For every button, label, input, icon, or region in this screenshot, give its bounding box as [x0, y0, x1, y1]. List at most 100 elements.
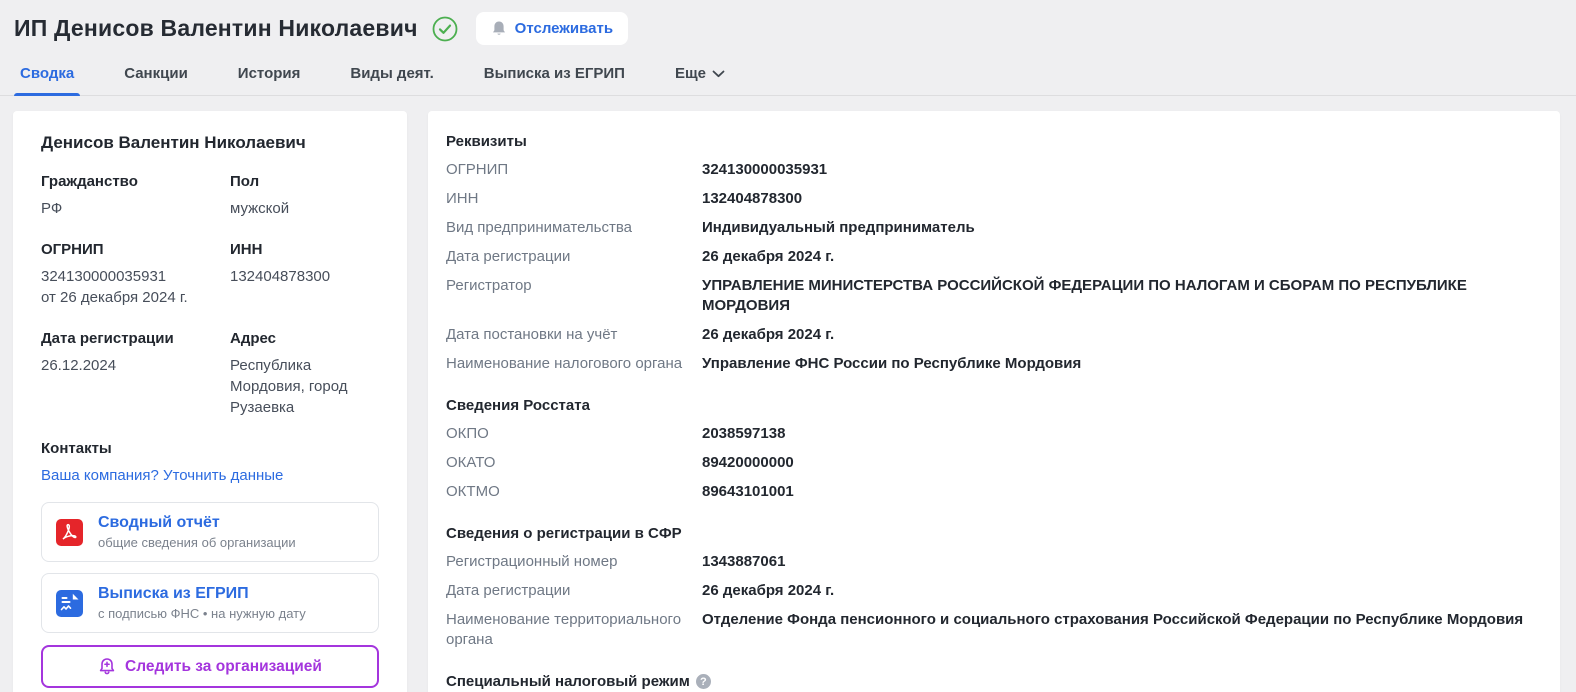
detail-row: ОКПО 2038597138	[446, 424, 1542, 444]
profile-field-4: ИНН 132404878300	[230, 241, 379, 308]
detail-value-text: 26 декабря 2024 г.	[702, 248, 835, 265]
tab-еще[interactable]: Еще	[669, 57, 731, 95]
tab-label: Виды деят.	[350, 65, 434, 82]
detail-value: 89420000000	[702, 453, 794, 473]
profile-field-value: мужской	[230, 200, 290, 217]
chevron-down-icon	[712, 70, 725, 78]
profile-field-6: Адрес Республика Мордовия, город Рузаевка	[230, 330, 379, 418]
tab-label: Санкции	[124, 65, 188, 82]
section-2: Сведения Росстата ОКПО 2038597138 ОКАТО 8942…	[446, 397, 1542, 502]
detail-label: ОКТМО	[446, 483, 500, 500]
section-4: Специальный налоговый режим?ПрименяетсяУ…	[446, 673, 1542, 692]
detail-value: УПРАВЛЕНИЕ МИНИСТЕРСТВА РОССИЙСКОЙ ФЕДЕР…	[702, 276, 1542, 316]
detail-value-text: 324130000035931	[702, 161, 828, 178]
detail-value-text: УПРАВЛЕНИЕ МИНИСТЕРСТВА РОССИЙСКОЙ ФЕДЕР…	[702, 277, 1467, 314]
follow-organization-button[interactable]: Следить за организацией	[41, 645, 379, 688]
tab-label: История	[237, 65, 301, 82]
section-title-text: Реквизиты	[446, 133, 527, 150]
detail-row: Дата регистрации 26 декабря 2024 г.	[446, 581, 1542, 601]
detail-label: Дата постановки на учёт	[446, 326, 618, 343]
page-title: ИП Денисов Валентин Николаевич	[14, 15, 418, 41]
detail-row: ИНН 132404878300	[446, 189, 1542, 209]
section-title: Сведения о регистрации в СФР	[446, 525, 1542, 542]
profile-field-2: Пол мужской	[230, 173, 379, 219]
section-3: Сведения о регистрации в СФР Регистрацион…	[446, 525, 1542, 650]
detail-label: ИНН	[446, 190, 479, 207]
download-card-2[interactable]: Выписка из ЕГРИП с подписью ФНС • на нужн…	[41, 573, 379, 633]
tab-история[interactable]: История	[232, 57, 307, 95]
download-card-title: Выписка из ЕГРИП	[98, 585, 249, 602]
section-title-text: Специальный налоговый режим	[446, 673, 690, 690]
detail-row: Наименование налогового органа Управление…	[446, 354, 1542, 374]
detail-row: ОКТМО 89643101001	[446, 482, 1542, 502]
tab-выписка-из-егрип[interactable]: Выписка из ЕГРИП	[478, 57, 631, 95]
update-company-data-link[interactable]: Ваша компания? Уточнить данные	[41, 467, 283, 484]
page-header: ИП Денисов Валентин Николаевич Отслежива…	[0, 0, 1576, 51]
follow-button-label: Отслеживать	[514, 20, 614, 37]
detail-row: Дата регистрации 26 декабря 2024 г.	[446, 247, 1542, 267]
section-title: Сведения Росстата	[446, 397, 1542, 414]
details-card: Реквизиты ОГРНИП 324130000035931 ИНН 1324048…	[428, 111, 1560, 692]
follow-organization-label: Следить за организацией	[125, 657, 322, 675]
detail-value-text: 132404878300	[702, 190, 803, 207]
detail-row: ОГРНИП 324130000035931	[446, 160, 1542, 180]
tab-label: Сводка	[20, 65, 75, 82]
detail-label: Регистратор	[446, 277, 532, 294]
download-card-subtitle: общие сведения об организации	[98, 535, 296, 550]
detail-label: Дата регистрации	[446, 582, 571, 599]
tab-bar: Сводка Санкции История Виды деят. Выписка из…	[0, 51, 1576, 96]
download-card-1[interactable]: Сводный отчёт общие сведения об организац…	[41, 502, 379, 562]
detail-row: ОКАТО 89420000000	[446, 453, 1542, 473]
detail-row: Регистратор УПРАВЛЕНИЕ МИНИСТЕРСТВА РОССИ…	[446, 276, 1542, 316]
detail-row: Дата постановки на учёт 26 декабря 2024 г…	[446, 325, 1542, 345]
detail-label: Регистрационный номер	[446, 553, 618, 570]
detail-label: Дата регистрации	[446, 248, 571, 265]
detail-label: ОКАТО	[446, 454, 496, 471]
tab-label: Еще	[674, 65, 706, 82]
profile-fields-grid: Гражданство РФ Пол мужской ОГРНИП 32413000003…	[41, 173, 379, 418]
detail-row: Регистрационный номер 1343887061	[446, 552, 1542, 572]
section-title-text: Сведения Росстата	[446, 397, 590, 414]
contacts-label: Контакты	[41, 440, 112, 457]
detail-value: Индивидуальный предприниматель	[702, 218, 975, 238]
detail-label: Вид предпринимательства	[446, 219, 632, 236]
tab-сводка[interactable]: Сводка	[14, 57, 81, 96]
profile-field-label: Гражданство	[41, 173, 138, 190]
profile-field-value: 26.12.2024	[41, 357, 117, 374]
profile-field-label: Пол	[230, 173, 260, 190]
detail-value: 1343887061	[702, 552, 785, 572]
detail-value-text: 1343887061	[702, 553, 786, 570]
profile-field-label: ИНН	[230, 241, 263, 258]
person-name: Денисов Валентин Николаевич	[41, 133, 306, 152]
section-title-text: Сведения о регистрации в СФР	[446, 525, 682, 542]
detail-value-text: 26 декабря 2024 г.	[702, 326, 835, 343]
detail-value: 324130000035931	[702, 160, 827, 180]
detail-value-text: 26 декабря 2024 г.	[702, 582, 835, 599]
profile-card: Денисов Валентин Николаевич Гражданство Р…	[13, 111, 407, 692]
detail-value-text: 2038597138	[702, 425, 786, 442]
profile-field-value: 132404878300	[230, 268, 331, 285]
detail-value-text: Отделение Фонда пенсионного и социальног…	[702, 611, 1524, 628]
detail-value-text: 89643101001	[702, 483, 794, 500]
tab-санкции[interactable]: Санкции	[118, 57, 194, 95]
download-card-text: Сводный отчёт общие сведения об организац…	[98, 514, 296, 550]
profile-field-3: ОГРНИП 324130000035931 от 26 декабря 2024 …	[41, 241, 230, 308]
detail-value: 26 декабря 2024 г.	[702, 581, 834, 601]
detail-value-text: 89420000000	[702, 454, 794, 471]
detail-value: Отделение Фонда пенсионного и социальног…	[702, 610, 1523, 630]
egrip-doc-icon	[56, 589, 83, 617]
detail-label: ОКПО	[446, 425, 489, 442]
profile-field-label: ОГРНИП	[41, 241, 104, 258]
bell-plus-icon	[98, 657, 116, 676]
download-links: Сводный отчёт общие сведения об организац…	[41, 502, 379, 633]
check-circle-icon	[432, 16, 458, 42]
detail-value-text: Индивидуальный предприниматель	[702, 219, 975, 236]
detail-value: 26 декабря 2024 г.	[702, 325, 834, 345]
help-icon[interactable]: ?	[695, 674, 711, 689]
profile-field-value: 324130000035931	[41, 268, 167, 285]
detail-row: Вид предпринимательства Индивидуальный пр…	[446, 218, 1542, 238]
tab-виды-деят-[interactable]: Виды деят.	[344, 57, 439, 95]
bell-icon	[491, 20, 507, 37]
profile-field-extra: от 26 декабря 2024 г.	[41, 289, 188, 306]
follow-button[interactable]: Отслеживать	[475, 12, 629, 45]
